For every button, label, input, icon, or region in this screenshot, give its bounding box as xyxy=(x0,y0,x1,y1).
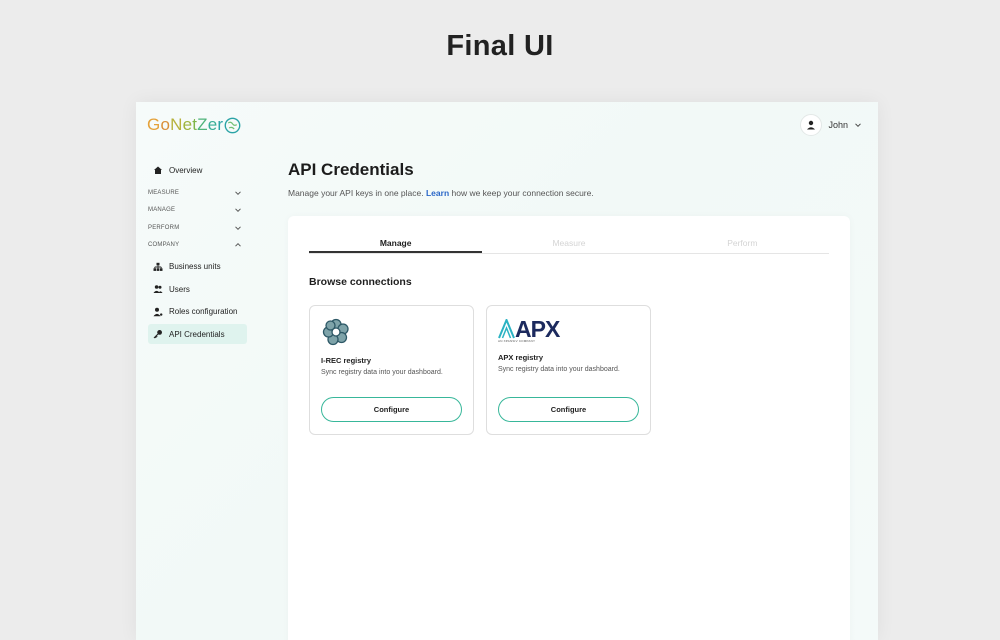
sidebar-item-users[interactable]: Users xyxy=(148,279,247,299)
app-window: GoNetZer John Overview MEASURE MANAGE PE… xyxy=(136,102,878,640)
connection-card-apx: APX AN XPANSIV COMPANY APX registry Sync… xyxy=(486,305,651,435)
connection-description: Sync registry data into your dashboard. xyxy=(498,366,620,373)
chevron-down-icon xyxy=(235,191,241,195)
user-name: John xyxy=(828,120,848,130)
configure-button[interactable]: Configure xyxy=(321,397,462,422)
irec-logo xyxy=(321,317,351,352)
connection-card-irec: I-REC registry Sync registry data into y… xyxy=(309,305,474,435)
org-chart-icon xyxy=(153,262,163,272)
subtitle-text: how we keep your connection secure. xyxy=(449,188,594,198)
apx-chevron-icon xyxy=(498,319,515,339)
brand-letter: e xyxy=(207,115,218,134)
sidebar-item-label: Users xyxy=(169,284,190,294)
brand-letter: o xyxy=(160,115,171,134)
apx-logo: APX AN XPANSIV COMPANY xyxy=(498,316,560,344)
user-menu[interactable]: John xyxy=(800,113,862,137)
section-label: PERFORM xyxy=(148,224,180,231)
connection-name: I-REC registry xyxy=(321,356,372,365)
avatar[interactable] xyxy=(800,114,823,136)
brand-letter: N xyxy=(170,115,183,134)
sidebar-section-perform[interactable]: PERFORM xyxy=(148,219,247,237)
sidebar-section-manage[interactable]: MANAGE xyxy=(148,202,247,220)
sidebar-item-api-credentials[interactable]: API Credentials xyxy=(148,324,247,345)
sidebar-item-label: Business units xyxy=(169,262,221,272)
users-icon xyxy=(153,284,163,294)
sidebar-item-label: API Credentials xyxy=(169,329,225,339)
connection-name: APX registry xyxy=(498,353,544,362)
tab-measure[interactable]: Measure xyxy=(482,234,655,253)
configure-button[interactable]: Configure xyxy=(498,397,639,422)
brand-logo[interactable]: GoNetZer xyxy=(147,114,241,136)
user-settings-icon xyxy=(153,307,163,317)
brand-letter: G xyxy=(147,115,161,134)
section-label: MEASURE xyxy=(148,189,180,196)
page-heading: Final UI xyxy=(446,30,554,62)
tab-bar: Manage Measure Perform xyxy=(309,234,829,254)
connections-panel: Manage Measure Perform Browse connection… xyxy=(288,216,850,640)
section-label: MANAGE xyxy=(148,207,176,214)
connection-description: Sync registry data into your dashboard. xyxy=(321,369,443,376)
chevron-down-icon xyxy=(235,208,241,213)
globe-icon xyxy=(224,117,241,133)
tab-manage[interactable]: Manage xyxy=(309,234,483,253)
brand-wordmark: GoNetZer xyxy=(147,115,223,135)
apx-wordmark: APX xyxy=(515,316,560,342)
learn-link[interactable]: Learn xyxy=(426,188,449,198)
irec-flower-icon xyxy=(322,318,349,346)
sidebar: Overview MEASURE MANAGE PERFORM COMPANY xyxy=(148,160,247,345)
page-subtitle: Manage your API keys in one place. Learn… xyxy=(288,188,594,198)
browse-connections-title: Browse connections xyxy=(309,276,412,288)
chevron-down-icon[interactable] xyxy=(854,121,862,129)
section-label: COMPANY xyxy=(148,242,180,249)
tab-perform[interactable]: Perform xyxy=(656,234,829,253)
sidebar-item-roles-configuration[interactable]: Roles configuration xyxy=(148,302,247,322)
key-icon xyxy=(153,329,163,339)
page-title: API Credentials xyxy=(288,160,414,179)
sidebar-section-measure[interactable]: MEASURE xyxy=(148,184,247,202)
user-icon xyxy=(807,120,816,130)
home-icon xyxy=(153,165,163,175)
brand-letter: Z xyxy=(197,115,208,134)
sidebar-item-label: Roles configuration xyxy=(169,307,238,317)
sidebar-item-business-units[interactable]: Business units xyxy=(148,257,247,277)
sidebar-section-company[interactable]: COMPANY xyxy=(148,237,247,255)
chevron-up-icon xyxy=(235,243,241,247)
subtitle-text: Manage your API keys in one place. xyxy=(288,188,426,198)
sidebar-item-overview[interactable]: Overview xyxy=(148,160,247,180)
brand-letter: r xyxy=(217,115,224,134)
chevron-down-icon xyxy=(235,226,241,230)
sidebar-item-label: Overview xyxy=(169,165,203,175)
brand-letter: e xyxy=(182,115,193,134)
